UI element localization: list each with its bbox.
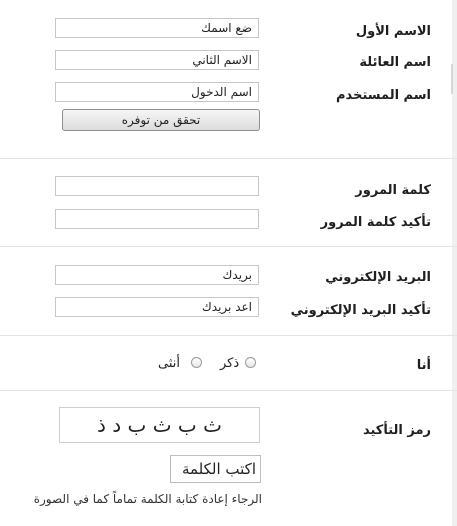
gender-option-female-label: أنثى — [158, 356, 180, 371]
captcha-label: رمز التأكيد — [362, 423, 431, 438]
first-name-input[interactable] — [55, 18, 259, 38]
confirm-password-label: تأكيد كلمة المرور — [320, 215, 431, 230]
confirm-password-input[interactable] — [55, 209, 259, 229]
password-input[interactable] — [55, 176, 259, 196]
gender-radio-male[interactable] — [245, 357, 256, 368]
first-name-label: الاسم الأول — [355, 24, 431, 39]
confirm-email-label: تأكيد البريد الإلكتروني — [290, 303, 431, 318]
gender-option-male-label: ذكر — [220, 356, 240, 371]
section-divider — [0, 158, 457, 159]
captcha-input[interactable] — [170, 455, 261, 483]
check-availability-button[interactable]: تحقق من توفره — [62, 109, 260, 131]
gender-radio-female[interactable] — [191, 357, 202, 368]
captcha-note: الرجاء إعادة كتابة الكلمة تماماً كما في … — [33, 492, 262, 506]
scrollbar-thumb[interactable] — [451, 64, 453, 94]
email-label: البريد الإلكتروني — [325, 270, 431, 285]
last-name-label: اسم العائلة — [359, 55, 431, 70]
section-divider — [0, 390, 457, 391]
email-input[interactable] — [55, 265, 259, 285]
gender-label: أنا — [416, 358, 431, 373]
section-divider — [0, 246, 457, 247]
username-label: اسم المستخدم — [336, 88, 431, 103]
last-name-input[interactable] — [55, 50, 259, 70]
section-divider — [0, 335, 457, 336]
username-input[interactable] — [55, 82, 259, 102]
password-label: كلمة المرور — [355, 183, 431, 198]
captcha-image: ث ب ث ب د ذ — [59, 407, 260, 443]
confirm-email-input[interactable] — [55, 297, 259, 317]
